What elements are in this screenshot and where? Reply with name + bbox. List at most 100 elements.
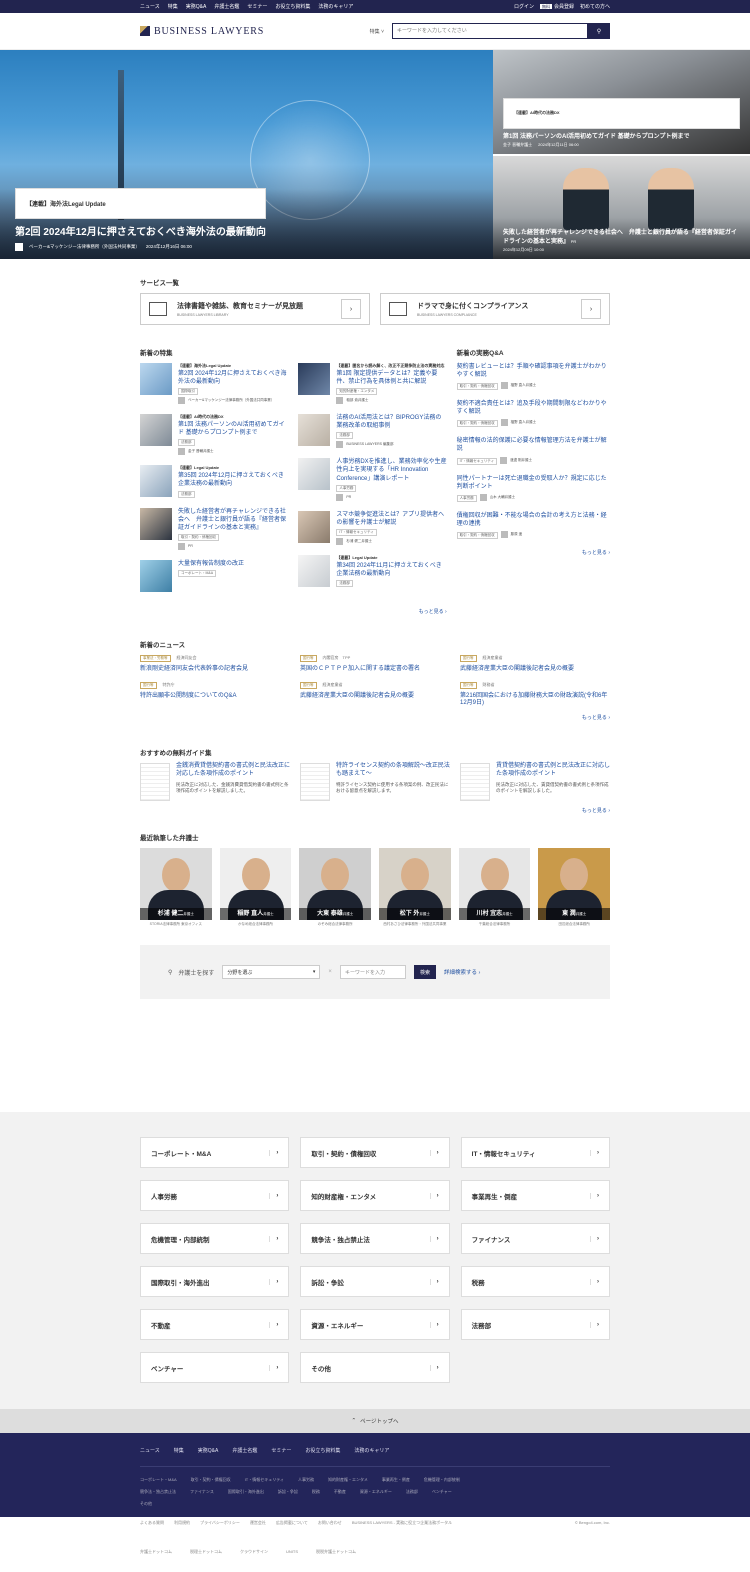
- category-link[interactable]: 法務部 ›: [460, 1309, 610, 1340]
- guide-item[interactable]: 金銭消費貸借契約書の書式例と民法改正に対応した条項作成のポイント 民法改正に対応し…: [140, 763, 290, 802]
- feature-title[interactable]: スマホ競争促進法とは？アプリ提供者への影響を弁護士が解説: [336, 511, 446, 527]
- lawyer-card[interactable]: 稲野 直人弁護士 かなめ総合法律事務所: [219, 848, 292, 927]
- category-chip[interactable]: 人事労務: [456, 494, 477, 502]
- feature-title[interactable]: 人事労務DXを推進し、業務効率化や生産性向上を実現する「HR Innovatio…: [336, 458, 446, 482]
- news-title[interactable]: 武藤経済産業大臣の閣議後記者会見の概要: [460, 666, 610, 674]
- qa-item[interactable]: 同性パートナーは死亡退職金の受取人か？規定に応じた判断ポイント 人事労務 山木 大輔…: [456, 475, 610, 502]
- footer-link[interactable]: BUSINESS LAWYERS - 実務に役立つ企業法務ポータル: [352, 1520, 452, 1526]
- category-chip[interactable]: 法務部: [336, 432, 353, 440]
- feature-item[interactable]: 人事労務DXを推進し、業務効率化や生産性向上を実現する「HR Innovatio…: [298, 458, 447, 501]
- footer-link[interactable]: プライバシーポリシー: [200, 1520, 240, 1526]
- logo[interactable]: BUSINESS LAWYERS: [140, 26, 264, 37]
- category-chip[interactable]: コーポレート・M&A: [178, 569, 217, 577]
- qa-item[interactable]: 契約書レビューとは？手順や確認事項を弁護士がわかりやすく解説取引・契約・債権回収…: [456, 363, 610, 391]
- lawyer-card[interactable]: 大東 泰雄弁護士 のぞみ総合法律事務所: [299, 848, 372, 927]
- guide-title[interactable]: 金銭消費貸借契約書の書式例と民法改正に対応した条項作成のポイント: [176, 763, 290, 779]
- qa-item[interactable]: 契約不適合責任とは？追及手段や期間制限などわかりやすく解説 取引・契約・債権回収 福…: [456, 400, 610, 428]
- qa-item[interactable]: 秘密情報の法的保護に必要な情報管理方法を弁護士が解説 IT・情報セキュリティ 渡邊 …: [456, 437, 610, 465]
- hero-main-article[interactable]: 【連載】海外法Legal Update 第2回 2024年12月に押さえておくべ…: [0, 50, 493, 259]
- footer-nav-link[interactable]: 法務のキャリア: [354, 1447, 389, 1454]
- news-title[interactable]: 新浪剛史経済同友会代表幹事の記者会見: [140, 666, 290, 674]
- top-nav-features[interactable]: 特集: [168, 3, 178, 10]
- category-chip[interactable]: 取引・契約・債権回収: [456, 420, 498, 428]
- register-link[interactable]: 無料 会員登録: [539, 3, 574, 10]
- category-chip[interactable]: IT・情報セキュリティ: [336, 528, 377, 536]
- qa-title[interactable]: 契約書レビューとは？手順や確認事項を弁護士がわかりやすく解説: [457, 363, 610, 379]
- footer-category-link[interactable]: 競争法・独占禁止法: [140, 1489, 176, 1495]
- related-service-link[interactable]: UNITS: [286, 1549, 298, 1555]
- advanced-search-link[interactable]: 詳細検索する ›: [444, 968, 480, 976]
- feature-item[interactable]: 法務のAI活用法とは？BIPROGY法務の業務改革の取組事例 法務部 BUSINES…: [298, 414, 446, 449]
- feature-item[interactable]: 【連載】AI時代の法務DX 第1回 法務パーソンのAI活用初めてガイド 基礎からプ…: [140, 414, 288, 456]
- footer-category-link[interactable]: 取引・契約・債権回収: [191, 1477, 231, 1483]
- hero-side-article-1[interactable]: 【連載】AI時代の法務DX 第1回 法務パーソンのAI活用初めてガイド 基礎から…: [493, 50, 750, 156]
- features-more-link[interactable]: もっと見る ›: [140, 608, 447, 615]
- category-link[interactable]: その他 ›: [300, 1352, 450, 1383]
- feature-item[interactable]: 【連載】匿名から読み解く、改正不正競争防止法の実務対応 第1回 限定提供データとは…: [298, 363, 446, 405]
- category-chip[interactable]: 人事労務: [336, 484, 357, 492]
- footer-category-link[interactable]: IT・情報セキュリティ: [245, 1477, 284, 1483]
- feature-title[interactable]: 法務のAI活用法とは？BIPROGY法務の業務改革の取組事例: [336, 414, 446, 430]
- news-title[interactable]: 武藤経済産業大臣の閣議後記者会見の概要: [300, 693, 450, 701]
- footer-category-link[interactable]: ベンチャー: [432, 1489, 452, 1495]
- category-chip[interactable]: 法務部: [178, 490, 195, 498]
- footer-link[interactable]: 運営会社: [250, 1520, 266, 1526]
- footer-category-link[interactable]: 法務部: [406, 1489, 418, 1495]
- category-link[interactable]: ベンチャー ›: [140, 1352, 290, 1383]
- category-link[interactable]: 訴訟・争訟 ›: [300, 1266, 450, 1297]
- top-nav-lawyers[interactable]: 弁護士名鑑: [214, 3, 239, 10]
- top-nav-seminar[interactable]: セミナー: [247, 3, 267, 10]
- footer-nav-link[interactable]: 特集: [174, 1447, 184, 1454]
- footer-nav-link[interactable]: セミナー: [271, 1447, 291, 1454]
- feature-title[interactable]: 第1回 法務パーソンのAI活用初めてガイド 基礎からプロンプト例まで: [178, 421, 288, 437]
- footer-category-link[interactable]: 人事労務: [298, 1477, 314, 1483]
- category-link[interactable]: 税務 ›: [460, 1266, 610, 1297]
- category-link[interactable]: 危機管理・内部統制 ›: [140, 1223, 290, 1254]
- search-scope-select[interactable]: 特集 ˅: [370, 28, 384, 35]
- footer-category-link[interactable]: 国際取引・海外進出: [228, 1489, 264, 1495]
- footer-category-link[interactable]: 資源・エネルギー: [360, 1489, 392, 1495]
- top-nav-news[interactable]: ニュース: [140, 3, 160, 10]
- footer-category-link[interactable]: 訴訟・争訟: [278, 1489, 298, 1495]
- guide-item[interactable]: 賃貸借契約書の書式例と民法改正に対応した条項作成のポイント 民法改正に対応した、賃…: [460, 763, 610, 802]
- feature-title[interactable]: 失敗した経営者が再チャレンジできる社会へ 弁護士と銀行員が語る『経営者保証ガイド…: [178, 508, 288, 532]
- feature-item[interactable]: 失敗した経営者が再チャレンジできる社会へ 弁護士と銀行員が語る『経営者保証ガイド…: [140, 507, 288, 550]
- lawyer-search-button[interactable]: 検索: [413, 965, 436, 980]
- search-input[interactable]: [392, 23, 588, 39]
- login-link[interactable]: ログイン: [514, 3, 534, 10]
- qa-item[interactable]: 債権回収が困難・不能な場合の会計の考え方と法務・経理の連携 取引・契約・債権回収 藤…: [456, 512, 610, 539]
- qa-title[interactable]: 秘密情報の法的保護に必要な情報管理方法を弁護士が解説: [457, 437, 610, 453]
- category-chip[interactable]: 取引・契約・債権回収: [178, 533, 219, 541]
- qa-title[interactable]: 債権回収が困難・不能な場合の会計の考え方と法務・経理の連携: [457, 512, 610, 528]
- category-link[interactable]: 事業再生・倒産 ›: [460, 1180, 610, 1211]
- top-nav-documents[interactable]: お役立ち資料集: [275, 3, 310, 10]
- guide-title[interactable]: 賃貸借契約書の書式例と民法改正に対応した条項作成のポイント: [496, 763, 610, 779]
- service-library[interactable]: 法律書籍や雑誌、教育セミナーが見放題 BUSINESS LAWYERS LIBRA…: [140, 293, 370, 325]
- category-chip[interactable]: 取引・契約・債権回収: [456, 383, 498, 391]
- category-chip[interactable]: IT・情報セキュリティ: [456, 457, 498, 465]
- guides-more-link[interactable]: もっと見る ›: [140, 807, 610, 814]
- category-link[interactable]: 取引・契約・債権回収 ›: [300, 1137, 450, 1168]
- feature-item[interactable]: 大量保有報告制度の改正 コーポレート・M&A: [140, 559, 288, 592]
- news-more-link[interactable]: もっと見る ›: [140, 714, 610, 721]
- footer-link[interactable]: 広告掲載について: [276, 1520, 308, 1526]
- lawyer-card[interactable]: 東 潤弁護士 田辺総合法律事務所: [538, 848, 611, 927]
- related-service-link[interactable]: クラウドサイン: [240, 1549, 268, 1555]
- footer-nav-link[interactable]: 実務Q&A: [198, 1447, 219, 1454]
- field-select[interactable]: 分野を選ぶ ▾: [222, 965, 321, 980]
- guide-item[interactable]: 特許ライセンス契約の条項解説〜改正民法も踏まえて〜 特許ライセンス契約に使用する条…: [300, 763, 450, 802]
- lawyer-card[interactable]: 松下 外弁護士 西村あさひ法律事務所・外国法共同事業: [379, 848, 451, 927]
- news-title[interactable]: 第216回国会における加藤財務大臣の財政演説(令和6年12月9日): [460, 693, 610, 709]
- category-link[interactable]: 競争法・独占禁止法 ›: [300, 1223, 450, 1254]
- footer-category-link[interactable]: 知的財産権・エンタメ: [328, 1477, 368, 1483]
- lawyer-card[interactable]: 川村 宜志弁護士 千葉総合法律事務所: [458, 848, 531, 927]
- footer-nav-link[interactable]: 弁護士名鑑: [232, 1447, 257, 1454]
- lawyer-keyword-input[interactable]: キーワードを入力: [339, 965, 406, 980]
- footer-link[interactable]: お問い合わせ: [318, 1520, 342, 1526]
- feature-title[interactable]: 第1回 限定提供データとは？定義や要件、禁止行為を具体例と共に解説: [336, 370, 446, 386]
- page-top-button[interactable]: ⌃ ページトップへ: [0, 1409, 750, 1433]
- category-link[interactable]: 国際取引・海外進出 ›: [140, 1266, 290, 1297]
- news-title[interactable]: 英国のＣＰＴＰＰ加入に関する議定書の署名: [300, 666, 450, 674]
- footer-category-link[interactable]: ファイナンス: [190, 1489, 214, 1495]
- feature-title[interactable]: 大量保有報告制度の改正: [178, 560, 244, 568]
